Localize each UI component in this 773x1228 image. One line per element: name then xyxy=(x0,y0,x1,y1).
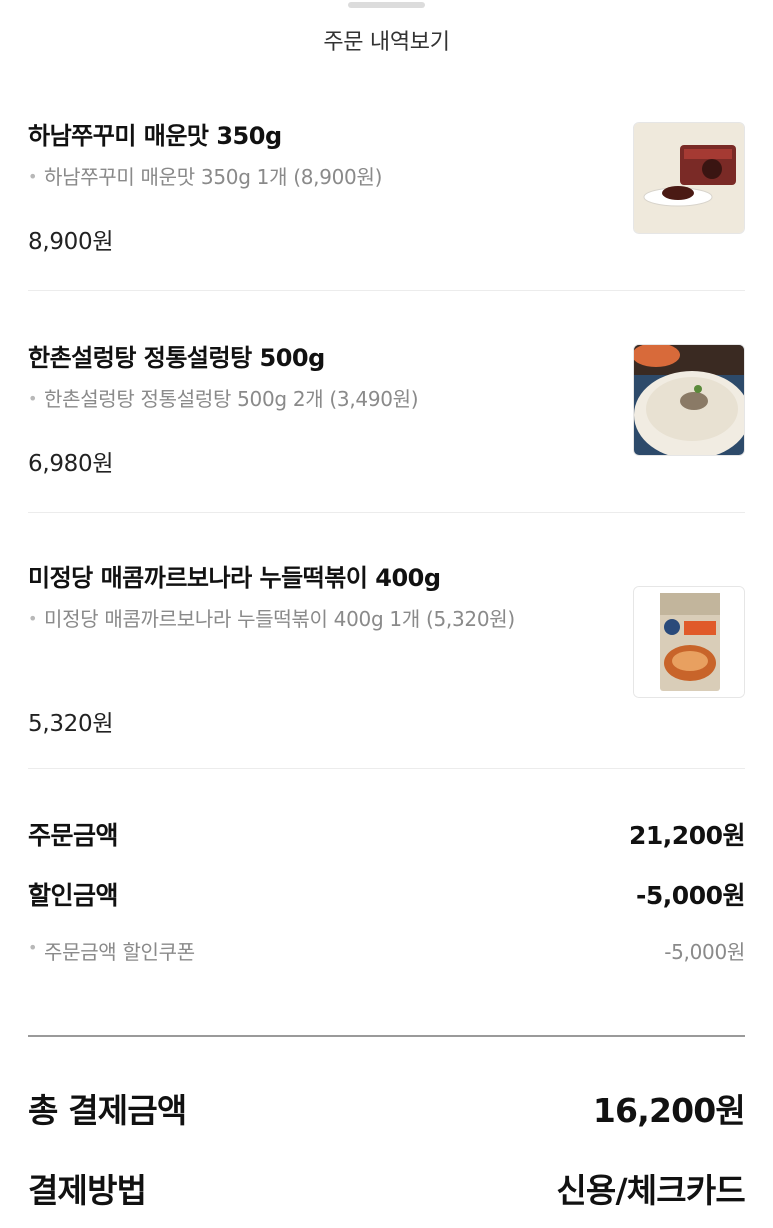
payment-method-label: 결제방법 xyxy=(28,1171,147,1210)
tteokbokki-package-image-icon xyxy=(634,587,744,697)
order-amount-label: 주문금액 xyxy=(28,821,119,850)
order-amount-value: 21,200원 xyxy=(629,821,745,850)
item-price: 8,900원 xyxy=(28,229,114,255)
coupon-label: 주문금액 할인쿠폰 xyxy=(44,940,195,964)
order-item-3: 미정당 매콤까르보나라 누들떡볶이 400g • 미정당 매콤까르보나라 누들떡… xyxy=(28,558,745,738)
jjukkumi-product-image-icon xyxy=(634,123,744,233)
total-value: 16,200원 xyxy=(592,1091,746,1130)
item-name: 하남쭈꾸미 매운맛 350g xyxy=(28,122,282,150)
item-divider xyxy=(28,290,745,291)
item-divider xyxy=(28,768,745,769)
product-thumbnail[interactable] xyxy=(633,586,745,698)
discount-value: -5,000원 xyxy=(636,881,745,910)
coupon-value: -5,000원 xyxy=(664,940,745,964)
item-price: 5,320원 xyxy=(28,711,114,737)
coupon-row: • 주문금액 할인쿠폰 -5,000원 xyxy=(28,936,745,976)
order-item-2: 한촌설렁탕 정통설렁탕 500g • 한촌설렁탕 정통설렁탕 500g 2개 (… xyxy=(28,338,745,478)
order-detail-sheet: 주문 내역보기 하남쭈꾸미 매운맛 350g • 하남쭈꾸미 매운맛 350g … xyxy=(0,0,773,1228)
item-option: • 한촌설렁탕 정통설렁탕 500g 2개 (3,490원) xyxy=(28,382,588,416)
item-name: 미정당 매콤까르보나라 누들떡볶이 400g xyxy=(28,564,441,592)
item-option: • 미정당 매콤까르보나라 누들떡볶이 400g 1개 (5,320원) xyxy=(28,602,588,636)
item-name: 한촌설렁탕 정통설렁탕 500g xyxy=(28,344,325,372)
sheet-drag-handle[interactable] xyxy=(348,2,425,8)
item-divider xyxy=(28,512,745,513)
total-label: 총 결제금액 xyxy=(28,1091,187,1130)
seolleongtang-bowl-image-icon xyxy=(634,345,744,455)
bullet-icon: • xyxy=(28,609,38,628)
total-row: 총 결제금액 16,200원 xyxy=(28,1084,746,1132)
page-title: 주문 내역보기 xyxy=(323,30,450,55)
order-amount-row: 주문금액 21,200원 xyxy=(28,816,745,856)
product-thumbnail[interactable] xyxy=(633,122,745,234)
item-price: 6,980원 xyxy=(28,451,114,477)
discount-label: 할인금액 xyxy=(28,881,119,910)
item-option: • 하남쭈꾸미 매운맛 350g 1개 (8,900원) xyxy=(28,160,588,194)
payment-method-row: 결제방법 신용/체크카드 xyxy=(28,1164,746,1212)
order-item-1: 하남쭈꾸미 매운맛 350g • 하남쭈꾸미 매운맛 350g 1개 (8,90… xyxy=(28,116,745,256)
payment-method-value: 신용/체크카드 xyxy=(556,1171,745,1210)
bullet-icon: • xyxy=(28,167,38,186)
product-thumbnail[interactable] xyxy=(633,344,745,456)
summary-divider xyxy=(28,1035,745,1037)
bullet-icon: • xyxy=(28,389,38,408)
discount-row: 할인금액 -5,000원 xyxy=(28,876,745,916)
